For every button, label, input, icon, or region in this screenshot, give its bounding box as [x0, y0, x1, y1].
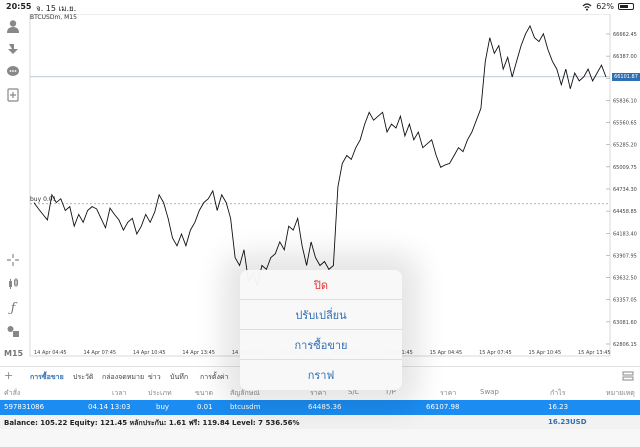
row-current-price: 66107.98 — [426, 403, 460, 411]
balance-text: Balance: 105.22 Equity: 121.45 หลักประกั… — [4, 419, 300, 427]
objects-icon[interactable] — [5, 323, 21, 339]
price-tick-label: 63632.50 — [613, 276, 637, 282]
status-right: 62% — [582, 2, 634, 11]
time-tick-label: 15 Apr 07:45 — [479, 350, 512, 356]
time-tick-label: 14 Apr 10:45 — [133, 350, 166, 356]
price-tick-label: 63907.95 — [613, 253, 637, 259]
col-swap: Swap — [480, 388, 499, 396]
buy-line-label: buy 0.01 — [30, 195, 57, 203]
price-tick-label: 65285.20 — [613, 143, 637, 149]
row-volume: 0.01 — [197, 403, 213, 411]
candles-icon[interactable] — [5, 276, 21, 292]
time-tick-label: 14 Apr 07:45 — [83, 350, 116, 356]
table-row[interactable]: 597831086 04.14 13:03 buy 0.01 btcusdm 6… — [0, 400, 640, 415]
time-tick-label: 15 Apr 10:45 — [529, 350, 562, 356]
bid-price-tag: 66101.87 — [612, 72, 640, 81]
function-icon[interactable]: ƒ — [5, 300, 21, 316]
price-tick-label: 65009.75 — [613, 165, 637, 171]
timeframe-label[interactable]: M15 — [4, 349, 23, 358]
row-profit: 16.23 — [548, 403, 569, 411]
battery-percent: 62% — [596, 2, 614, 11]
chart-symbol: BTCUSDm, M15 — [30, 14, 77, 21]
status-bar: 20:55 จ. 15 เม.ย. 62% — [0, 0, 640, 14]
time-tick-label: 14 Apr 13:45 — [182, 350, 215, 356]
tab-mailbox[interactable]: กล่องจดหมาย — [102, 372, 144, 383]
col-price: ราคา — [440, 389, 457, 397]
new-order-icon[interactable] — [5, 87, 21, 103]
row-symbol: btcusdm — [230, 403, 261, 411]
price-tick-label: 65836.10 — [613, 98, 637, 104]
price-tick-label: 64183.40 — [613, 231, 637, 237]
tab-history[interactable]: ประวัติ — [73, 372, 93, 383]
time-tick-label: 15 Apr 04:45 — [430, 350, 463, 356]
account-summary: Balance: 105.22 Equity: 121.45 หลักประกั… — [0, 415, 640, 429]
crosshair-icon[interactable] — [5, 252, 21, 268]
price-tick-label: 65560.65 — [613, 121, 637, 127]
trade-button[interactable]: การซื้อขาย — [240, 330, 402, 360]
tab-news[interactable]: ข่าว — [148, 372, 161, 383]
price-tick-label: 66387.00 — [613, 54, 637, 60]
trade-signals-icon[interactable] — [5, 41, 21, 57]
tab-trade[interactable]: การซื้อขาย — [30, 372, 64, 383]
account-icon[interactable] — [5, 18, 21, 34]
clock: 20:55 — [6, 2, 32, 11]
price-tick-label: 63357.05 — [613, 298, 637, 304]
price-tick-label: 66662.45 — [613, 32, 637, 38]
row-time: 04.14 13:03 — [88, 403, 131, 411]
col-type: ประเภท — [148, 389, 172, 397]
bottom-area — [0, 429, 640, 447]
price-tick-label: 62806.15 — [613, 342, 637, 348]
modify-position-button[interactable]: ปรับเปลี่ยน — [240, 300, 402, 330]
time-tick-label: 14 Apr 04:45 — [34, 350, 67, 356]
col-comment: หมายเหตุ — [606, 389, 635, 397]
position-action-sheet: ปิด ปรับเปลี่ยน การซื้อขาย กราฟ — [240, 270, 402, 390]
layout-icon[interactable] — [622, 371, 634, 381]
col-volume: ขนาด — [195, 389, 214, 397]
col-time: เวลา — [112, 389, 127, 397]
close-position-button[interactable]: ปิด — [240, 270, 402, 300]
row-open-price: 64485.36 — [308, 403, 342, 411]
wifi-icon — [582, 2, 592, 11]
tab-journal[interactable]: บันทึก — [170, 372, 188, 383]
add-icon[interactable]: + — [4, 369, 13, 382]
price-tick-label: 63081.60 — [613, 320, 637, 326]
col-profit: กำไร — [550, 389, 566, 397]
battery-icon — [618, 3, 634, 10]
total-profit: 16.23 — [548, 418, 571, 426]
price-tick-label: 64734.30 — [613, 187, 637, 193]
col-ticket: คำสั่ง — [4, 389, 21, 397]
currency: USD — [570, 418, 587, 426]
row-ticket: 597831086 — [4, 403, 45, 411]
price-series-line — [33, 24, 607, 287]
left-toolbar: ƒ M15 — [0, 14, 26, 366]
tab-settings[interactable]: การตั้งค่า — [200, 372, 229, 383]
chart-button[interactable]: กราฟ — [240, 360, 402, 390]
time-tick-label: 15 Apr 13:45 — [578, 350, 611, 356]
price-tick-label: 64458.85 — [613, 209, 637, 215]
chat-icon[interactable] — [5, 64, 21, 80]
row-type: buy — [156, 403, 170, 411]
